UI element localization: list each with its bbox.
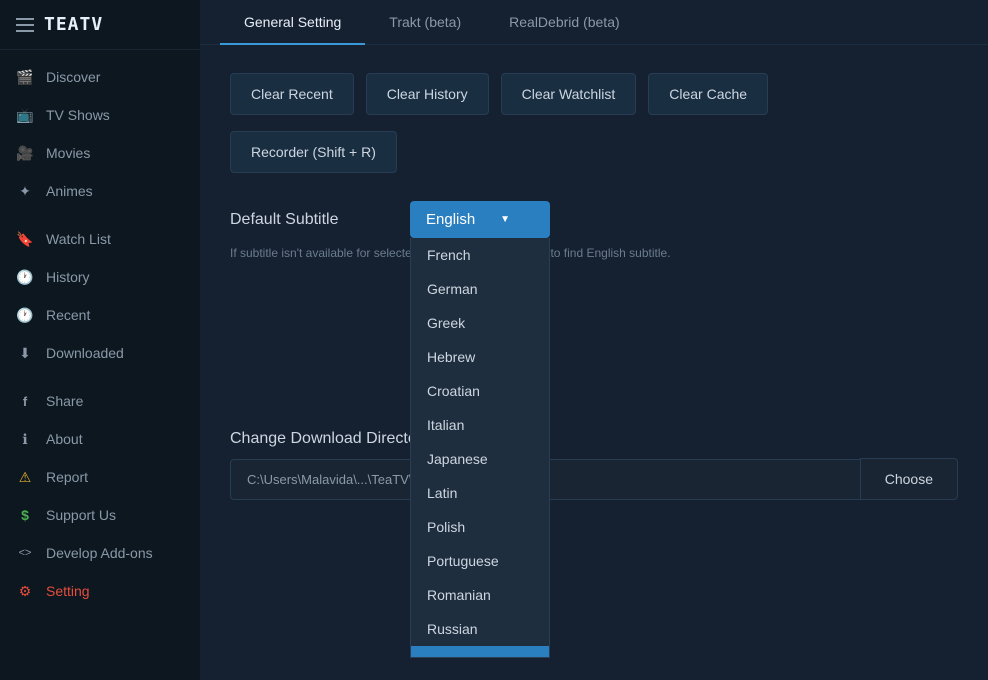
main-content: General Setting Trakt (beta) RealDebrid … bbox=[200, 0, 988, 680]
recorder-button[interactable]: Recorder (Shift + R) bbox=[230, 131, 397, 173]
sidebar-label-setting: Setting bbox=[46, 583, 90, 599]
sidebar-label-developeraddons: Develop Add-ons bbox=[46, 545, 153, 561]
subtitle-select-wrapper: English ▼ French German Greek Hebrew Cro… bbox=[410, 201, 550, 238]
tvshows-icon: 📺 bbox=[16, 106, 34, 124]
sidebar-item-developeraddons[interactable]: <> Develop Add-ons bbox=[0, 534, 200, 572]
hamburger-menu-icon[interactable] bbox=[16, 18, 34, 32]
sidebar-label-recent: Recent bbox=[46, 307, 90, 323]
recent-icon: 🕐 bbox=[16, 306, 34, 324]
sidebar-item-report[interactable]: ⚠ Report bbox=[0, 458, 200, 496]
choose-button[interactable]: Choose bbox=[860, 458, 958, 500]
tab-trakt[interactable]: Trakt (beta) bbox=[365, 0, 485, 44]
sidebar-item-setting[interactable]: ⚙ Setting bbox=[0, 572, 200, 610]
setting-icon: ⚙ bbox=[16, 582, 34, 600]
developeraddons-icon: <> bbox=[16, 544, 34, 562]
sidebar: TEATV 🎬 Discover 📺 TV Shows 🎥 Movies ✦ A… bbox=[0, 0, 200, 680]
subtitle-dropdown-list[interactable]: French German Greek Hebrew Croatian Ital… bbox=[410, 238, 550, 658]
app-logo: TEATV bbox=[44, 14, 103, 35]
subtitle-section: Default Subtitle English ▼ French German… bbox=[230, 201, 958, 260]
sidebar-label-discover: Discover bbox=[46, 69, 100, 85]
dropdown-item-romanian[interactable]: Romanian bbox=[411, 578, 549, 612]
subtitle-selected-value: English bbox=[426, 211, 475, 228]
dropdown-item-latin[interactable]: Latin bbox=[411, 476, 549, 510]
subtitle-hint: If subtitle isn't available for selected… bbox=[230, 246, 958, 260]
sidebar-item-downloaded[interactable]: ⬇ Downloaded bbox=[0, 334, 200, 372]
downloaded-icon: ⬇ bbox=[16, 344, 34, 362]
clear-watchlist-button[interactable]: Clear Watchlist bbox=[501, 73, 637, 115]
sidebar-label-about: About bbox=[46, 431, 83, 447]
subtitle-select-display[interactable]: English ▼ bbox=[410, 201, 550, 238]
sidebar-header: TEATV bbox=[0, 0, 200, 50]
sidebar-label-supportus: Support Us bbox=[46, 507, 116, 523]
sidebar-item-tvshows[interactable]: 📺 TV Shows bbox=[0, 96, 200, 134]
sidebar-label-movies: Movies bbox=[46, 145, 90, 161]
dropdown-item-japanese[interactable]: Japanese bbox=[411, 442, 549, 476]
download-section: Change Download Directory Choose bbox=[230, 430, 958, 500]
sidebar-label-watchlist: Watch List bbox=[46, 231, 111, 247]
dropdown-item-portuguese[interactable]: Portuguese bbox=[411, 544, 549, 578]
sidebar-label-downloaded: Downloaded bbox=[46, 345, 124, 361]
dropdown-item-polish[interactable]: Polish bbox=[411, 510, 549, 544]
supportus-icon: $ bbox=[16, 506, 34, 524]
dropdown-item-german[interactable]: German bbox=[411, 272, 549, 306]
dropdown-item-spanish[interactable]: Spanish bbox=[411, 646, 549, 658]
sidebar-nav: 🎬 Discover 📺 TV Shows 🎥 Movies ✦ Animes … bbox=[0, 50, 200, 680]
sidebar-label-report: Report bbox=[46, 469, 88, 485]
watchlist-icon: 🔖 bbox=[16, 230, 34, 248]
dropdown-item-french[interactable]: French bbox=[411, 238, 549, 272]
sidebar-label-animes: Animes bbox=[46, 183, 93, 199]
dropdown-item-croatian[interactable]: Croatian bbox=[411, 374, 549, 408]
sidebar-item-recent[interactable]: 🕐 Recent bbox=[0, 296, 200, 334]
sidebar-label-tvshows: TV Shows bbox=[46, 107, 110, 123]
sidebar-label-history: History bbox=[46, 269, 90, 285]
report-icon: ⚠ bbox=[16, 468, 34, 486]
chevron-down-icon: ▼ bbox=[500, 214, 510, 225]
download-row: Choose bbox=[230, 458, 958, 500]
sidebar-item-history[interactable]: 🕐 History bbox=[0, 258, 200, 296]
dropdown-item-italian[interactable]: Italian bbox=[411, 408, 549, 442]
subtitle-setting-row: Default Subtitle English ▼ French German… bbox=[230, 201, 958, 238]
dropdown-item-greek[interactable]: Greek bbox=[411, 306, 549, 340]
clear-history-button[interactable]: Clear History bbox=[366, 73, 489, 115]
dropdown-item-russian[interactable]: Russian bbox=[411, 612, 549, 646]
share-icon: f bbox=[16, 392, 34, 410]
discover-icon: 🎬 bbox=[16, 68, 34, 86]
sidebar-item-watchlist[interactable]: 🔖 Watch List bbox=[0, 220, 200, 258]
clear-recent-button[interactable]: Clear Recent bbox=[230, 73, 354, 115]
download-label: Change Download Directory bbox=[230, 430, 958, 448]
about-icon: ℹ bbox=[16, 430, 34, 448]
clear-cache-button[interactable]: Clear Cache bbox=[648, 73, 768, 115]
recorder-row: Recorder (Shift + R) bbox=[230, 131, 958, 173]
subtitle-label: Default Subtitle bbox=[230, 211, 390, 229]
tabs-bar: General Setting Trakt (beta) RealDebrid … bbox=[200, 0, 988, 45]
tab-realdebrid[interactable]: RealDebrid (beta) bbox=[485, 0, 644, 44]
sidebar-item-animes[interactable]: ✦ Animes bbox=[0, 172, 200, 210]
sidebar-label-share: Share bbox=[46, 393, 83, 409]
sidebar-item-movies[interactable]: 🎥 Movies bbox=[0, 134, 200, 172]
sidebar-item-supportus[interactable]: $ Support Us bbox=[0, 496, 200, 534]
sidebar-item-share[interactable]: f Share bbox=[0, 382, 200, 420]
sidebar-item-discover[interactable]: 🎬 Discover bbox=[0, 58, 200, 96]
history-icon: 🕐 bbox=[16, 268, 34, 286]
sidebar-item-about[interactable]: ℹ About bbox=[0, 420, 200, 458]
dropdown-item-hebrew[interactable]: Hebrew bbox=[411, 340, 549, 374]
action-buttons-row: Clear Recent Clear History Clear Watchli… bbox=[230, 73, 958, 115]
movies-icon: 🎥 bbox=[16, 144, 34, 162]
content-area: Clear Recent Clear History Clear Watchli… bbox=[200, 45, 988, 680]
tab-general[interactable]: General Setting bbox=[220, 0, 365, 44]
animes-icon: ✦ bbox=[16, 182, 34, 200]
